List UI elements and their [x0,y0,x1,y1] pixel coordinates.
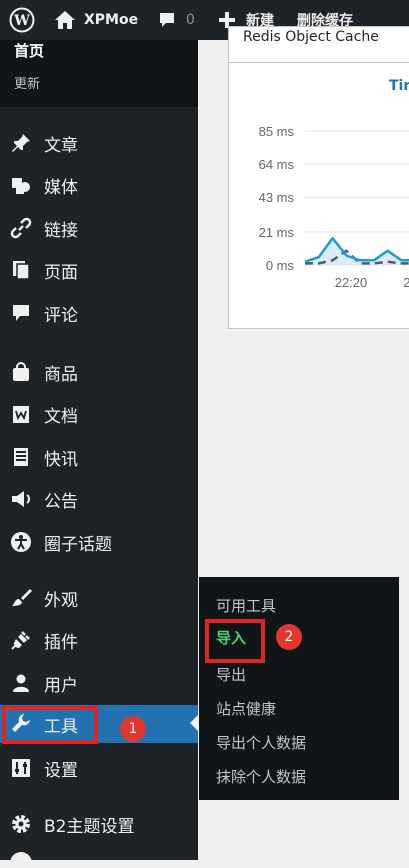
user-icon [10,672,32,694]
sidebar-item-pages[interactable]: 页面 [0,252,198,288]
partial-menu-icon [10,852,32,868]
sidebar-item-label: 媒体 [44,177,78,198]
dashboard-submenu: 首页 更新 [0,40,198,107]
x-tick-label: 2 [403,275,409,290]
sidebar-item-label: 快讯 [44,449,78,470]
y-tick-label: 43 ms [259,190,295,205]
widget-title: Redis Object Cache [243,29,379,45]
link-icon [10,217,32,239]
sidebar-item-comments[interactable]: 评论 [0,295,198,331]
accessibility-icon [10,531,32,553]
sidebar-item-label: 用户 [44,675,78,696]
sidebar-item-media[interactable]: 媒体 [0,167,198,203]
newspaper-icon [10,446,32,468]
sidebar-item-label: 圈子话题 [44,534,112,555]
sidebar-item-label: B2主题设置 [44,816,135,837]
page-icon [10,259,32,281]
x-tick-label: 22:20 [335,275,368,290]
sidebar-item-settings[interactable]: 设置 [0,750,198,786]
y-tick-label: 85 ms [259,124,295,139]
brush-icon [10,587,32,609]
y-tick-label: 0 ms [266,258,295,273]
redis-object-cache-widget: Redis Object Cache Tir 85 ms 64 ms 43 ms 21… [228,26,409,329]
pushpin-icon [10,132,32,154]
doc-icon [10,403,32,425]
y-tick-label: 21 ms [259,225,295,240]
sidebar-item-label: 链接 [44,220,78,241]
sidebar-item-label: 文档 [44,406,78,427]
tools-submenu: 可用工具 导入 导出 站点健康 导出个人数据 抹除个人数据 [199,577,399,800]
wordpress-logo-icon[interactable]: W [9,0,35,40]
sidebar-item-products[interactable]: 商品 [0,354,198,390]
submenu-item-available-tools[interactable]: 可用工具 [216,595,276,616]
sidebar-item-appearance[interactable]: 外观 [0,580,198,616]
sidebar-item-label: 页面 [44,262,78,283]
widget-header: Redis Object Cache [229,27,409,63]
site-name: XPMoe [84,12,139,28]
annotation-badge-2: 2 [276,624,302,650]
sidebar-item-label: 文章 [44,135,78,156]
sidebar-item-b2-theme-settings[interactable]: B2主题设置 [0,806,198,842]
sliders-icon [10,757,32,779]
y-tick-label: 64 ms [259,157,295,172]
media-icon [10,174,32,196]
submenu-item-site-health[interactable]: 站点健康 [216,698,276,719]
sidebar-item-label: 设置 [44,760,78,781]
sidebar-item-posts[interactable]: 文章 [0,125,198,161]
comments-link[interactable]: 0 [158,0,195,40]
svg-text:W: W [13,13,30,29]
annotation-badge-1: 1 [120,716,146,742]
gear-icon [10,813,32,835]
annotation-highlight-tools [2,706,98,744]
sidebar-item-docs[interactable]: 文档 [0,396,198,432]
comment-count: 0 [186,12,195,28]
redis-latency-chart: 85 ms 64 ms 43 ms 21 ms 0 ms 22:20 2 [259,124,409,290]
annotation-highlight-import [205,619,265,663]
submenu-item-erase-personal-data[interactable]: 抹除个人数据 [216,766,306,787]
sidebar-item-label: 插件 [44,632,78,653]
sidebar-item-home[interactable]: 首页 [14,40,44,61]
site-home-link[interactable]: XPMoe [54,0,138,40]
sidebar-item-update[interactable]: 更新 [14,73,40,92]
comment-icon [10,302,32,324]
sidebar-item-label: 公告 [44,491,78,512]
bag-icon [10,361,32,383]
submenu-item-export-personal-data[interactable]: 导出个人数据 [216,732,306,753]
sidebar-item-news[interactable]: 快讯 [0,439,198,475]
submenu-item-export[interactable]: 导出 [216,664,246,685]
sidebar-item-label: 评论 [44,305,78,326]
sidebar-item-label: 外观 [44,590,78,611]
home-icon [55,11,75,29]
sidebar-item-circle-topics[interactable]: 圈子话题 [0,524,198,560]
sidebar-item-users[interactable]: 用户 [0,665,198,701]
sidebar-item-notices[interactable]: 公告 [0,481,198,517]
sidebar-item-label: 商品 [44,364,78,385]
sidebar-item-plugins[interactable]: 插件 [0,622,198,658]
sidebar-item-links[interactable]: 链接 [0,210,198,246]
comment-bubble-icon [160,13,174,27]
plugin-icon [10,629,32,651]
megaphone-icon [10,488,32,510]
